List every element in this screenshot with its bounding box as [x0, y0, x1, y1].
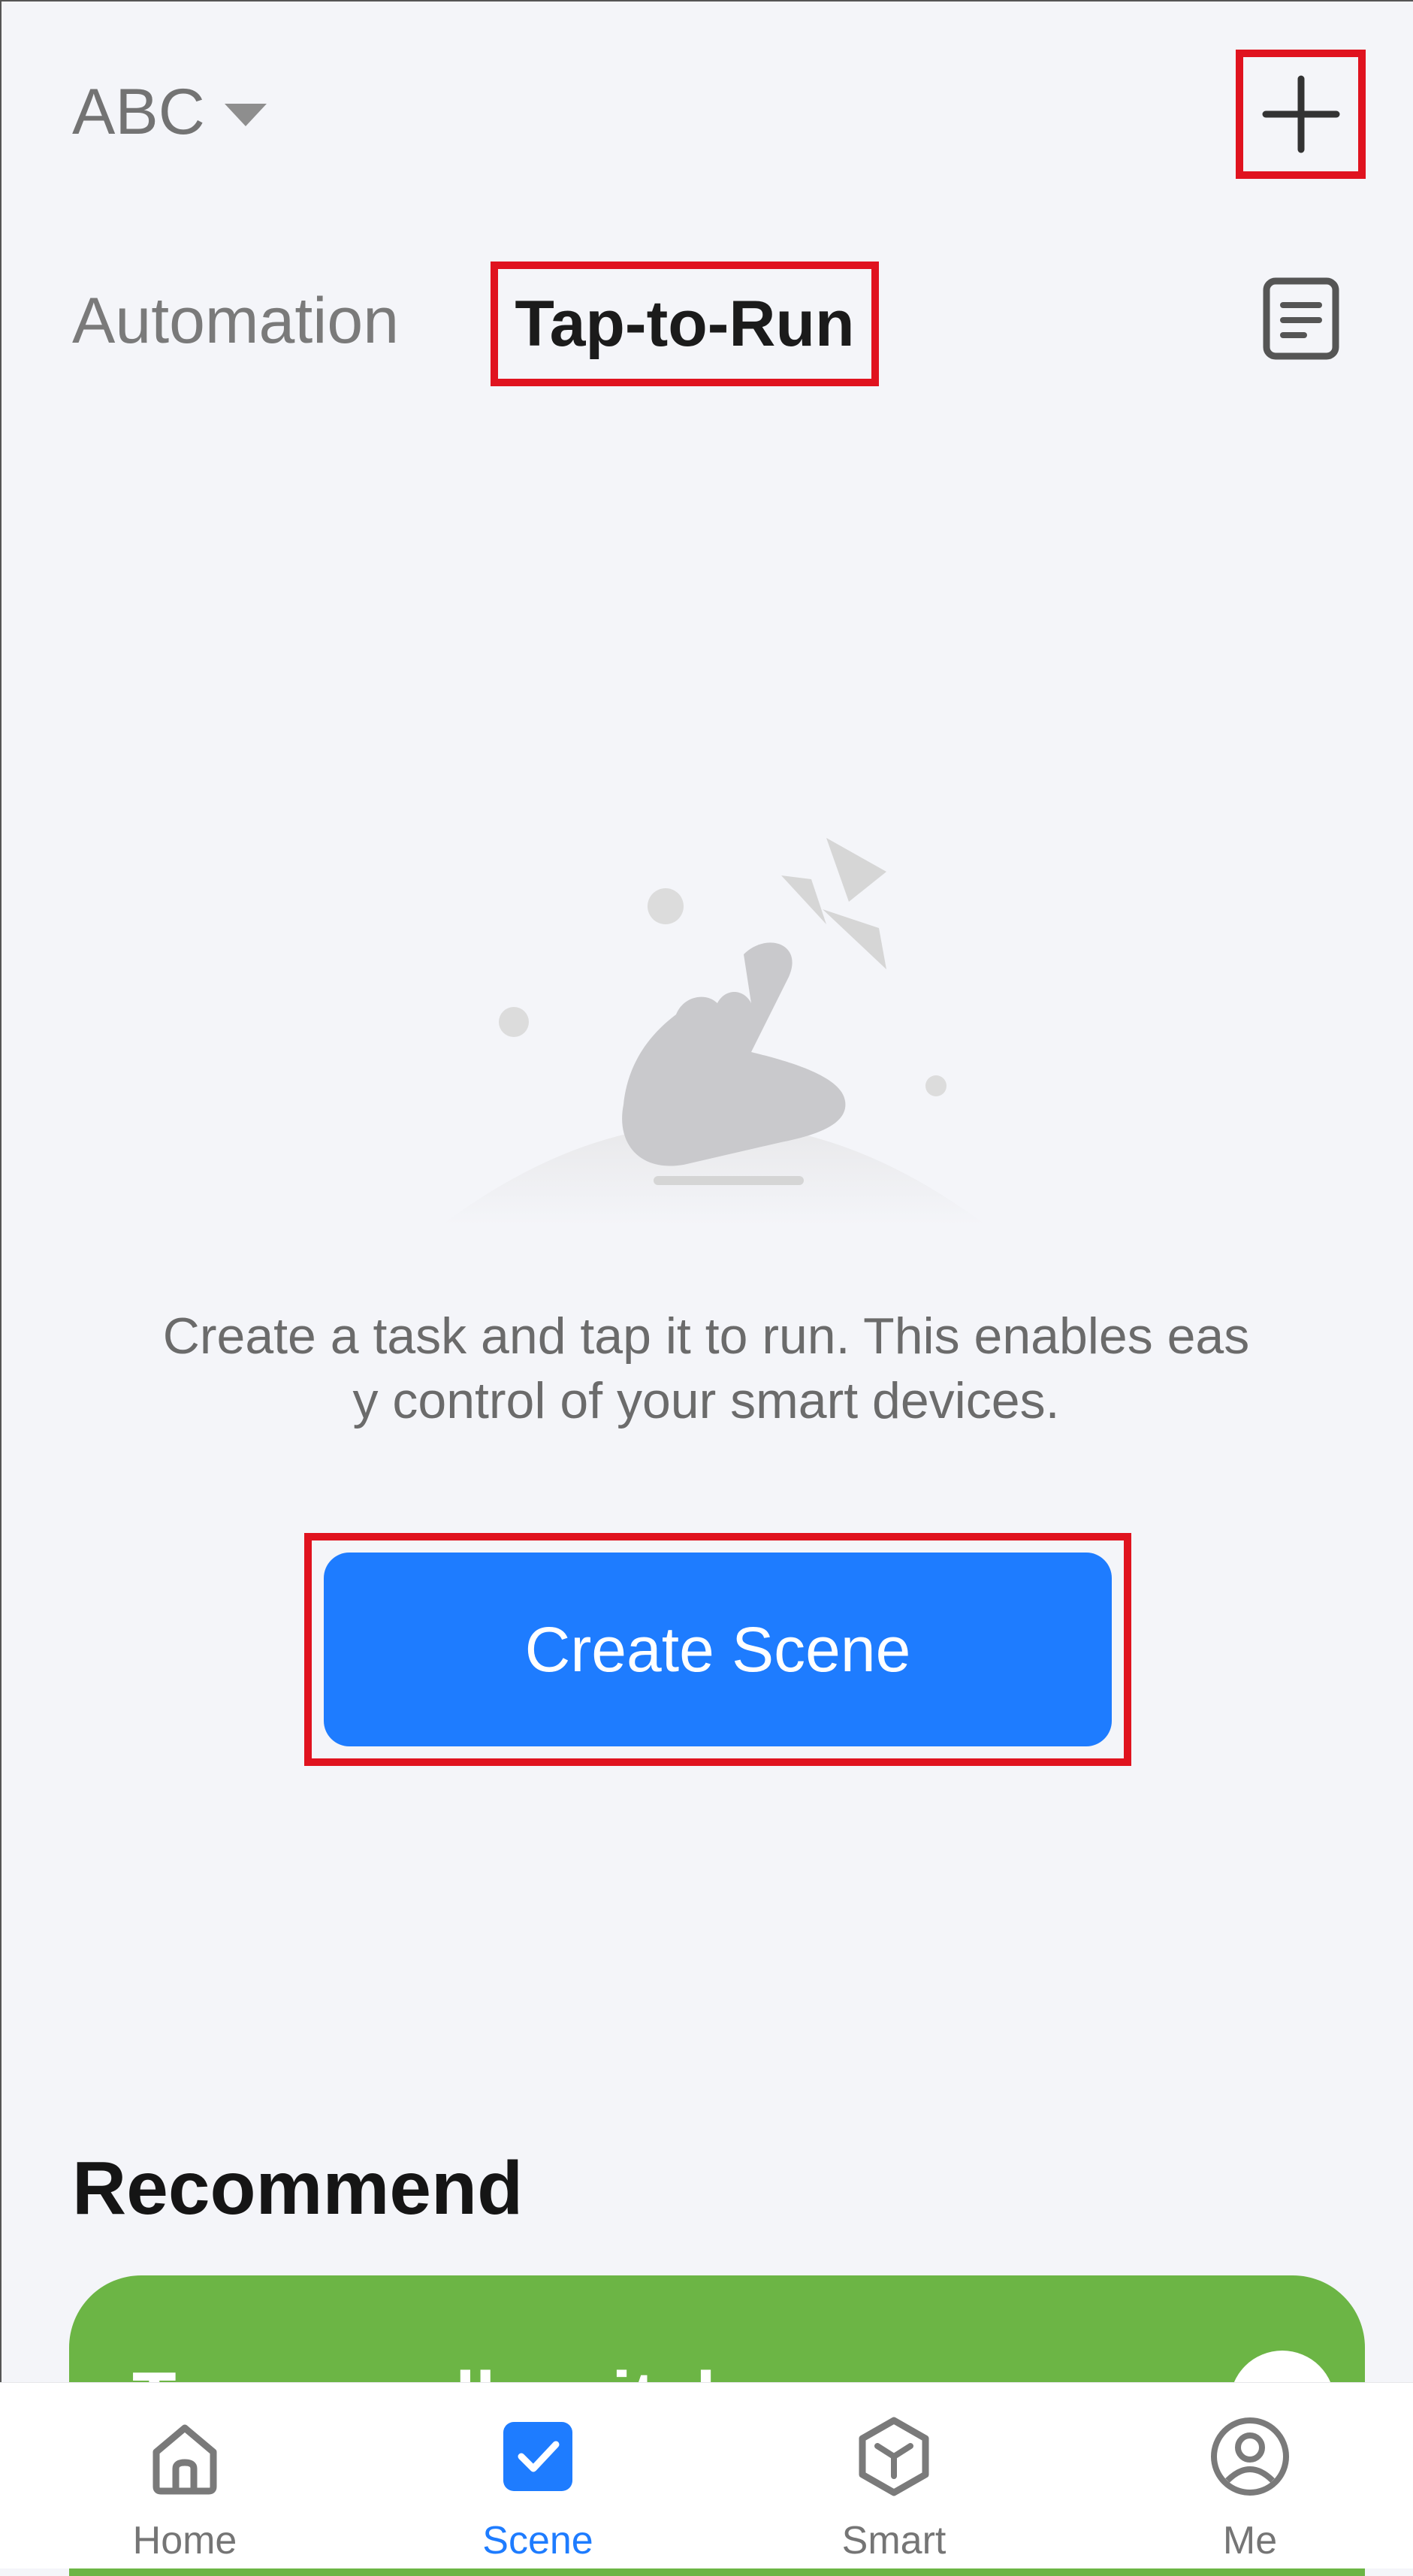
- nav-label-smart: Smart: [841, 2519, 947, 2562]
- scene-check-icon: [503, 2422, 572, 2491]
- add-scene-button[interactable]: [1236, 50, 1366, 179]
- nav-label-scene: Scene: [482, 2519, 593, 2562]
- profile-icon: [1211, 2417, 1289, 2496]
- nav-item-scene[interactable]: Scene: [425, 2383, 651, 2568]
- empty-state-message: Create a task and tap it to run. This en…: [90, 1304, 1322, 1433]
- caret-down-icon: [224, 103, 267, 126]
- bottom-nav: Home Scene Smart Me: [0, 2382, 1413, 2568]
- home-selector[interactable]: ABC: [72, 75, 267, 150]
- home-name: ABC: [72, 76, 205, 148]
- tab-tap-to-run-label: Tap-to-Run: [515, 287, 855, 360]
- create-scene-button[interactable]: Create Scene: [324, 1553, 1112, 1746]
- nav-item-me[interactable]: Me: [1137, 2383, 1363, 2568]
- nav-item-smart[interactable]: Smart: [781, 2383, 1007, 2568]
- empty-state-line-2: y control of your smart devices.: [352, 1372, 1060, 1429]
- create-scene-highlight: Create Scene: [304, 1533, 1131, 1766]
- nav-label-home: Home: [132, 2519, 237, 2562]
- tab-tap-to-run[interactable]: Tap-to-Run: [491, 262, 879, 386]
- nav-label-me: Me: [1222, 2519, 1278, 2562]
- log-document-icon[interactable]: [1262, 277, 1340, 361]
- tap-hand-illustration: [442, 838, 986, 1225]
- empty-state-line-1: Create a task and tap it to run. This en…: [162, 1308, 1250, 1365]
- nav-item-home[interactable]: Home: [72, 2383, 297, 2568]
- home-icon: [152, 2424, 217, 2495]
- recommend-title: Recommend: [72, 2146, 524, 2230]
- plus-icon: [1262, 75, 1339, 153]
- tab-automation[interactable]: Automation: [72, 284, 399, 358]
- smart-cube-icon: [859, 2417, 929, 2496]
